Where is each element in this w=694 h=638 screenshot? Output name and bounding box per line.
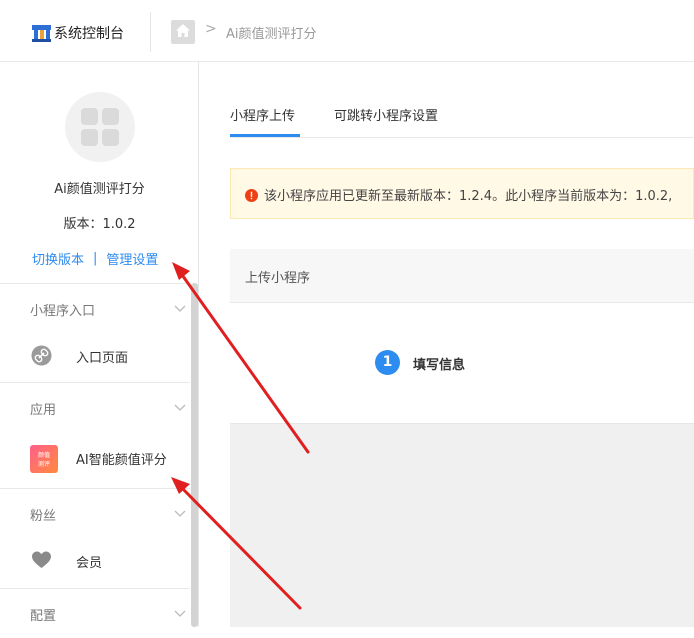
chevron-down-icon xyxy=(174,397,186,416)
alert-text: 该小程序应用已更新至最新版本：1.2.4。此小程序当前版本为：1.0.2, xyxy=(264,189,673,204)
exclamation-circle-icon xyxy=(245,187,258,202)
breadcrumb-separator: > xyxy=(205,21,217,37)
tab-jump-settings[interactable]: 可跳转小程序设置 xyxy=(334,105,438,124)
svg-text:测评: 测评 xyxy=(38,460,50,468)
sidebar: Ai颜值测评打分 版本：1.0.2 切换版本 | 管理设置 小程序入口 入口页面… xyxy=(0,62,199,627)
header-divider xyxy=(150,12,151,52)
section-label: 配置 xyxy=(30,609,57,624)
upload-card-header: 上传小程序 xyxy=(230,249,694,303)
chevron-down-icon xyxy=(174,503,186,522)
sidebar-item-label: 会员 xyxy=(76,556,103,571)
sidebar-item-label: 入口页面 xyxy=(76,351,129,366)
sidebar-item-label: AI智能颜值评分 xyxy=(76,453,167,468)
app-name: Ai颜值测评打分 xyxy=(54,182,145,197)
app-version: 版本：1.0.2 xyxy=(63,217,136,232)
app-links: 切换版本 | 管理设置 xyxy=(32,249,158,268)
heart-icon xyxy=(31,550,52,571)
sidebar-scrollbar[interactable] xyxy=(191,283,198,627)
upload-card-title: 上传小程序 xyxy=(245,271,311,286)
link-icon xyxy=(31,345,52,366)
section-fans[interactable]: 粉丝 xyxy=(0,488,190,538)
link-separator: | xyxy=(93,251,98,266)
step-number-badge: 1 xyxy=(375,350,400,375)
step-label: 填写信息 xyxy=(413,358,466,373)
home-icon xyxy=(175,23,191,42)
switch-version-link[interactable]: 切换版本 xyxy=(32,249,84,268)
content-placeholder-area xyxy=(230,424,694,627)
active-tab-indicator xyxy=(230,134,300,137)
console-logo-icon xyxy=(32,24,51,43)
app-grid-icon xyxy=(81,108,119,146)
sidebar-item-ai-beauty-score[interactable]: 颜值 测评 AI智能颜值评分 xyxy=(0,437,190,477)
section-apps[interactable]: 应用 xyxy=(0,382,190,432)
tab-upload[interactable]: 小程序上传 xyxy=(230,105,295,124)
beauty-score-app-icon: 颜值 测评 xyxy=(30,445,58,473)
sidebar-item-members[interactable]: 会员 xyxy=(0,540,190,580)
section-miniprogram-entry[interactable]: 小程序入口 xyxy=(0,283,190,333)
svg-text:颜值: 颜值 xyxy=(38,451,50,459)
section-config[interactable]: 配置 xyxy=(0,588,190,638)
top-header: 系统控制台 > Ai颜值测评打分 xyxy=(0,0,694,62)
home-button[interactable] xyxy=(171,20,195,44)
chevron-down-icon xyxy=(174,603,186,622)
section-label: 粉丝 xyxy=(30,509,57,524)
sidebar-item-entry-page[interactable]: 入口页面 xyxy=(0,335,190,375)
update-alert: 该小程序应用已更新至最新版本：1.2.4。此小程序当前版本为：1.0.2, xyxy=(230,168,694,219)
tab-bar xyxy=(230,96,694,138)
breadcrumb-current: Ai颜值测评打分 xyxy=(226,27,317,42)
manage-settings-link[interactable]: 管理设置 xyxy=(106,249,158,268)
app-avatar xyxy=(65,92,135,162)
brand-title: 系统控制台 xyxy=(54,26,124,42)
chevron-down-icon xyxy=(174,298,186,317)
section-label: 小程序入口 xyxy=(30,304,96,319)
brand[interactable]: 系统控制台 xyxy=(32,22,124,44)
section-label: 应用 xyxy=(30,403,57,418)
